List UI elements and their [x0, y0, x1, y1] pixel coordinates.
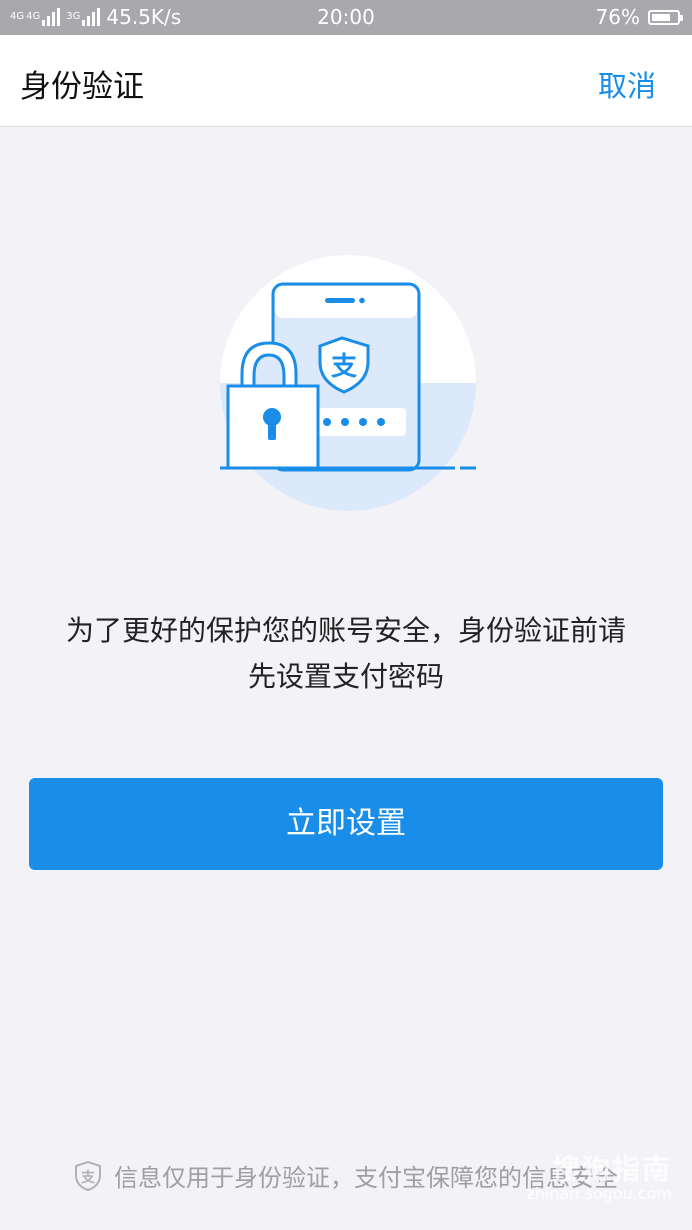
description-text: 为了更好的保护您的账号安全，身份验证前请 先设置支付密码 — [20, 608, 672, 700]
cancel-button[interactable]: 取消 — [598, 63, 656, 105]
svg-text:支: 支 — [80, 1169, 96, 1186]
password-field-graphic — [310, 408, 406, 436]
battery-fill — [652, 13, 671, 21]
navigation-bar: 身份验证 取消 — [0, 35, 692, 127]
footer-text: 信息仅用于身份验证，支付宝保障您的信息安全 — [114, 1164, 618, 1192]
alipay-shield-icon: 支 — [75, 1160, 101, 1191]
description-line-1: 为了更好的保护您的账号安全，身份验证前请 — [65, 614, 626, 647]
page-title: 身份验证 — [20, 69, 144, 105]
description-line-2: 先设置支付密码 — [247, 660, 444, 693]
status-time: 20:00 — [317, 5, 375, 29]
battery-icon — [648, 9, 683, 25]
status-right: 76% — [595, 5, 683, 29]
battery-percent: 76% — [595, 5, 640, 29]
set-now-button[interactable]: 立即设置 — [29, 778, 663, 870]
phone-lock-illustration: 支 — [220, 255, 476, 511]
footer-note: 支 信息仅用于身份验证，支付宝保障您的信息安全 — [0, 1158, 692, 1193]
svg-text:支: 支 — [331, 352, 357, 382]
status-bar: 4G 4G 3G 45.5K/s 20:00 76% — [0, 0, 692, 35]
